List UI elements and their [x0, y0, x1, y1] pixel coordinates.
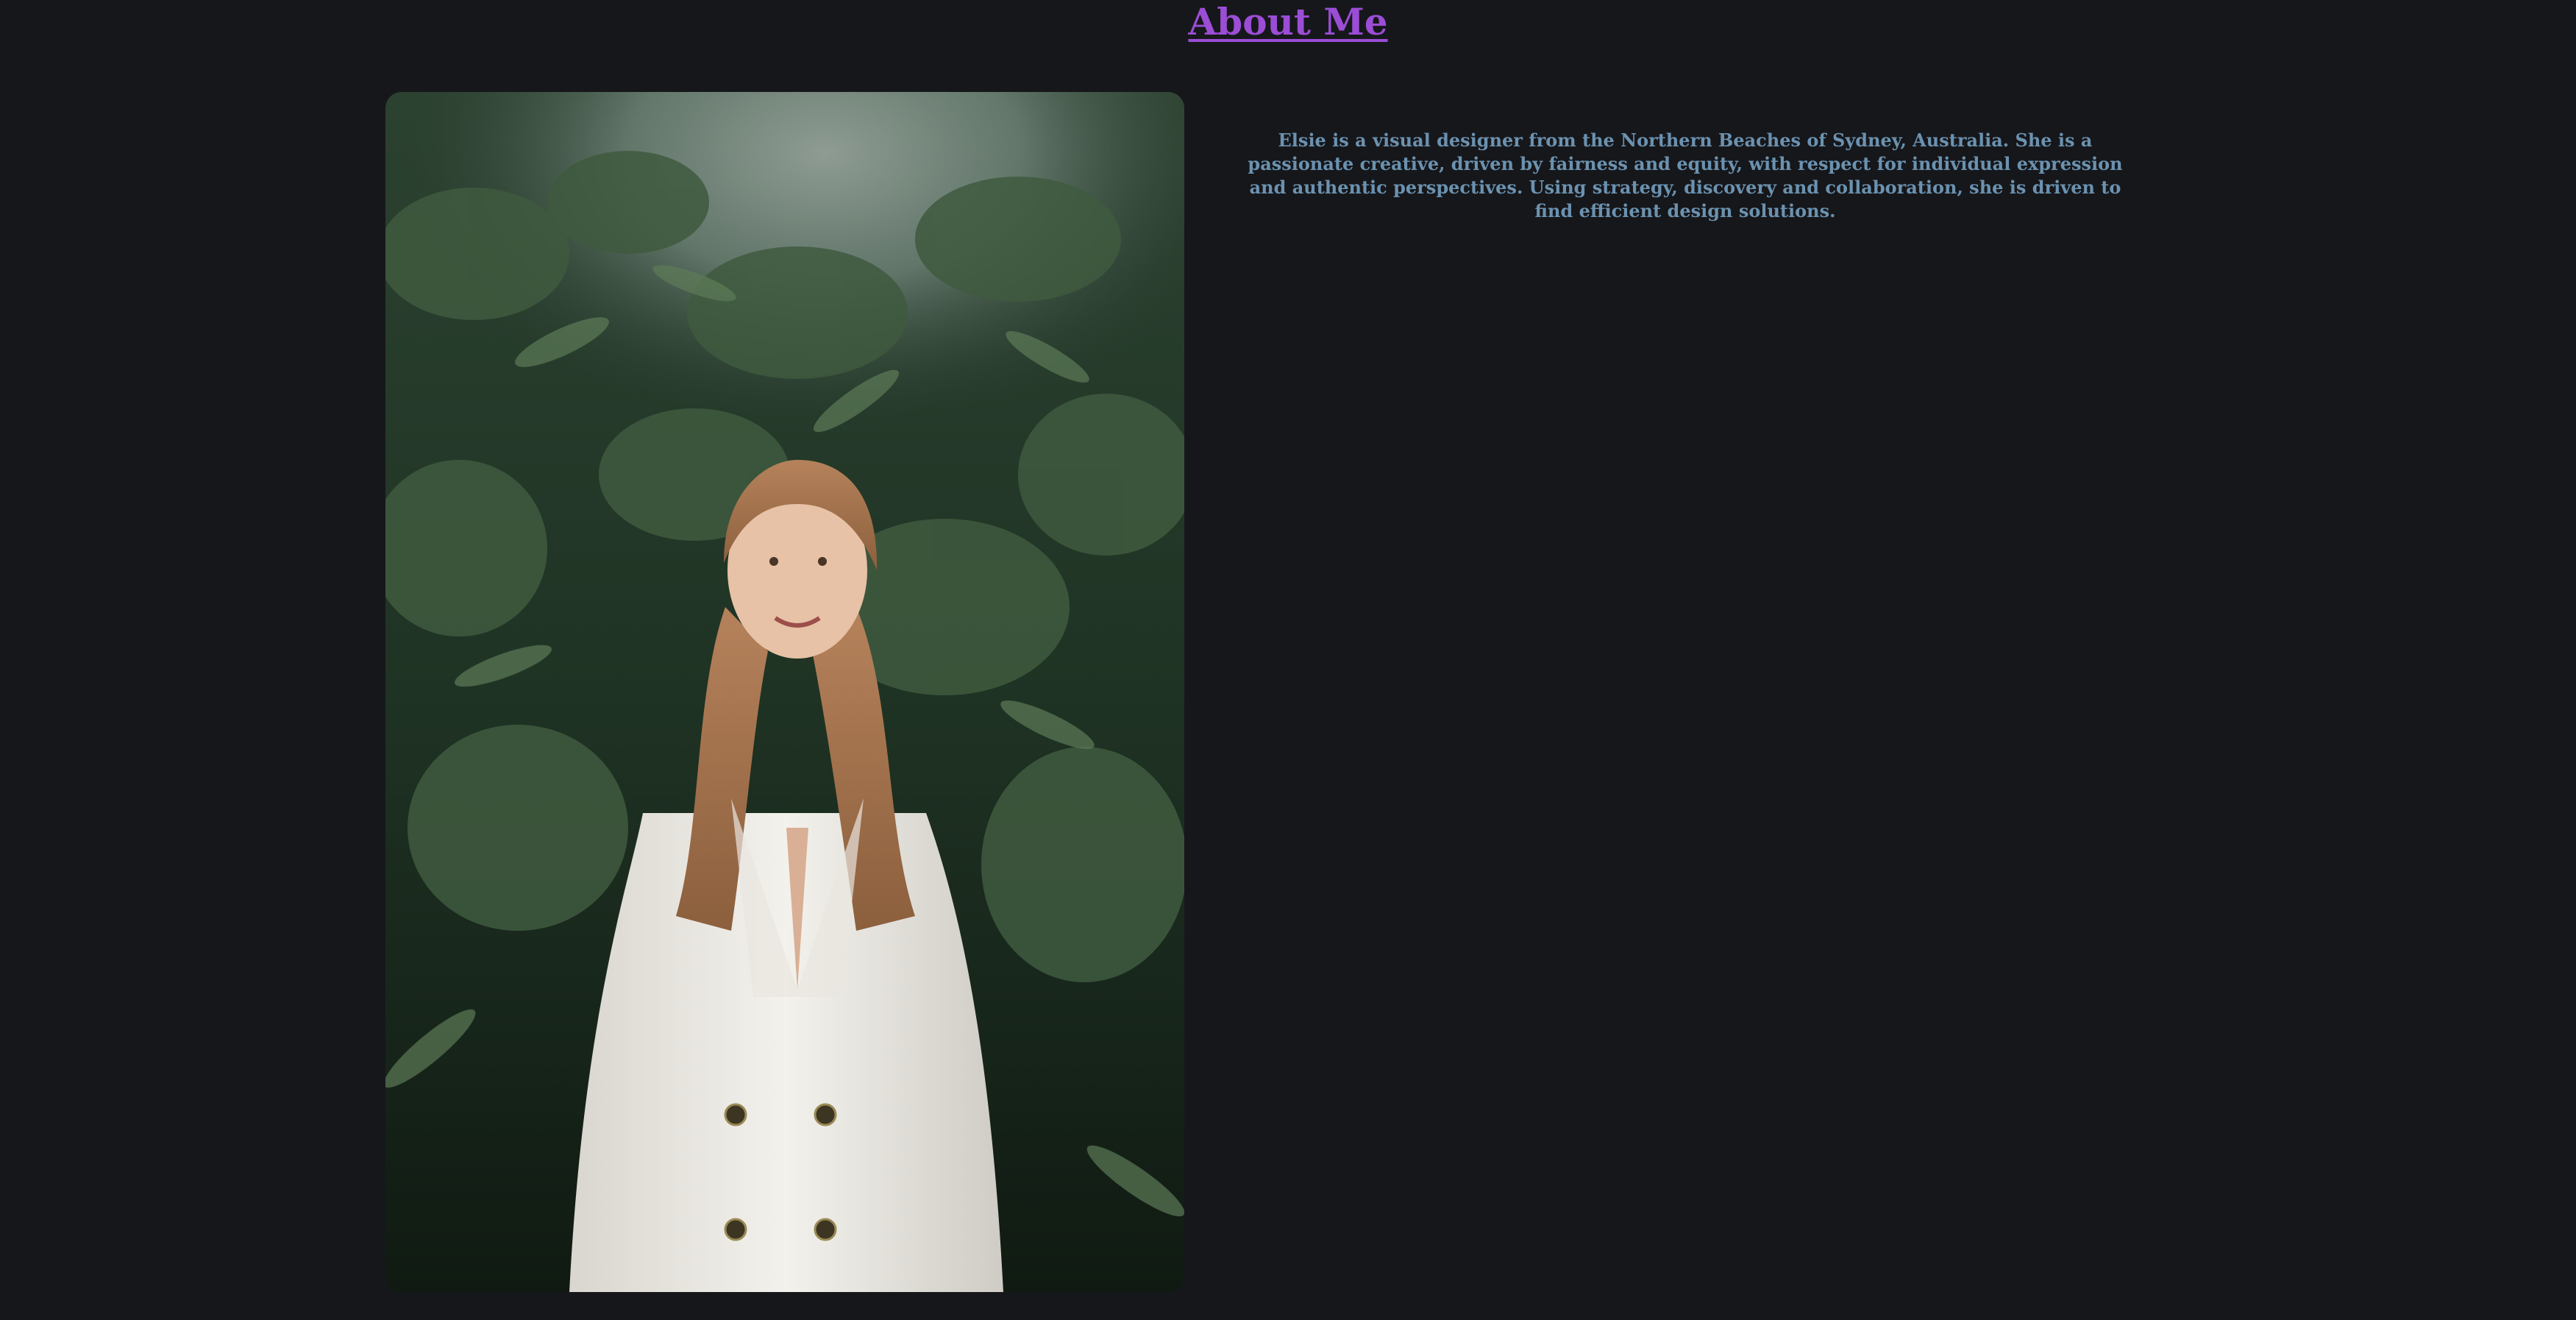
portrait-photo-illustration: [385, 92, 1184, 1292]
about-me-link[interactable]: About Me: [1188, 0, 1387, 43]
portrait-photo: [385, 92, 1184, 1292]
page-title: About Me: [0, 0, 2576, 44]
about-bio-text: Elsie is a visual designer from the Nort…: [1248, 129, 2123, 221]
